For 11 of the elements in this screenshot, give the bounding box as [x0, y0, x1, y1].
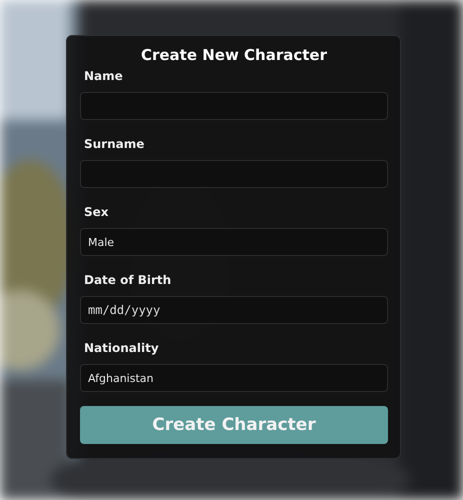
select-field[interactable]: Afghanistan — [80, 364, 388, 392]
field-label: Sex — [84, 204, 109, 220]
field-label: Nationality — [84, 340, 159, 356]
field-label: Date of Birth — [84, 272, 172, 288]
input-field[interactable] — [80, 92, 388, 120]
form-title: Create New Character — [140, 45, 328, 65]
field-label: Surname — [84, 136, 144, 152]
field-label: Name — [84, 68, 123, 84]
input-field[interactable] — [80, 160, 388, 188]
select-field[interactable]: Male — [80, 228, 388, 256]
date-field[interactable]: mm/dd/yyyy — [80, 296, 388, 324]
